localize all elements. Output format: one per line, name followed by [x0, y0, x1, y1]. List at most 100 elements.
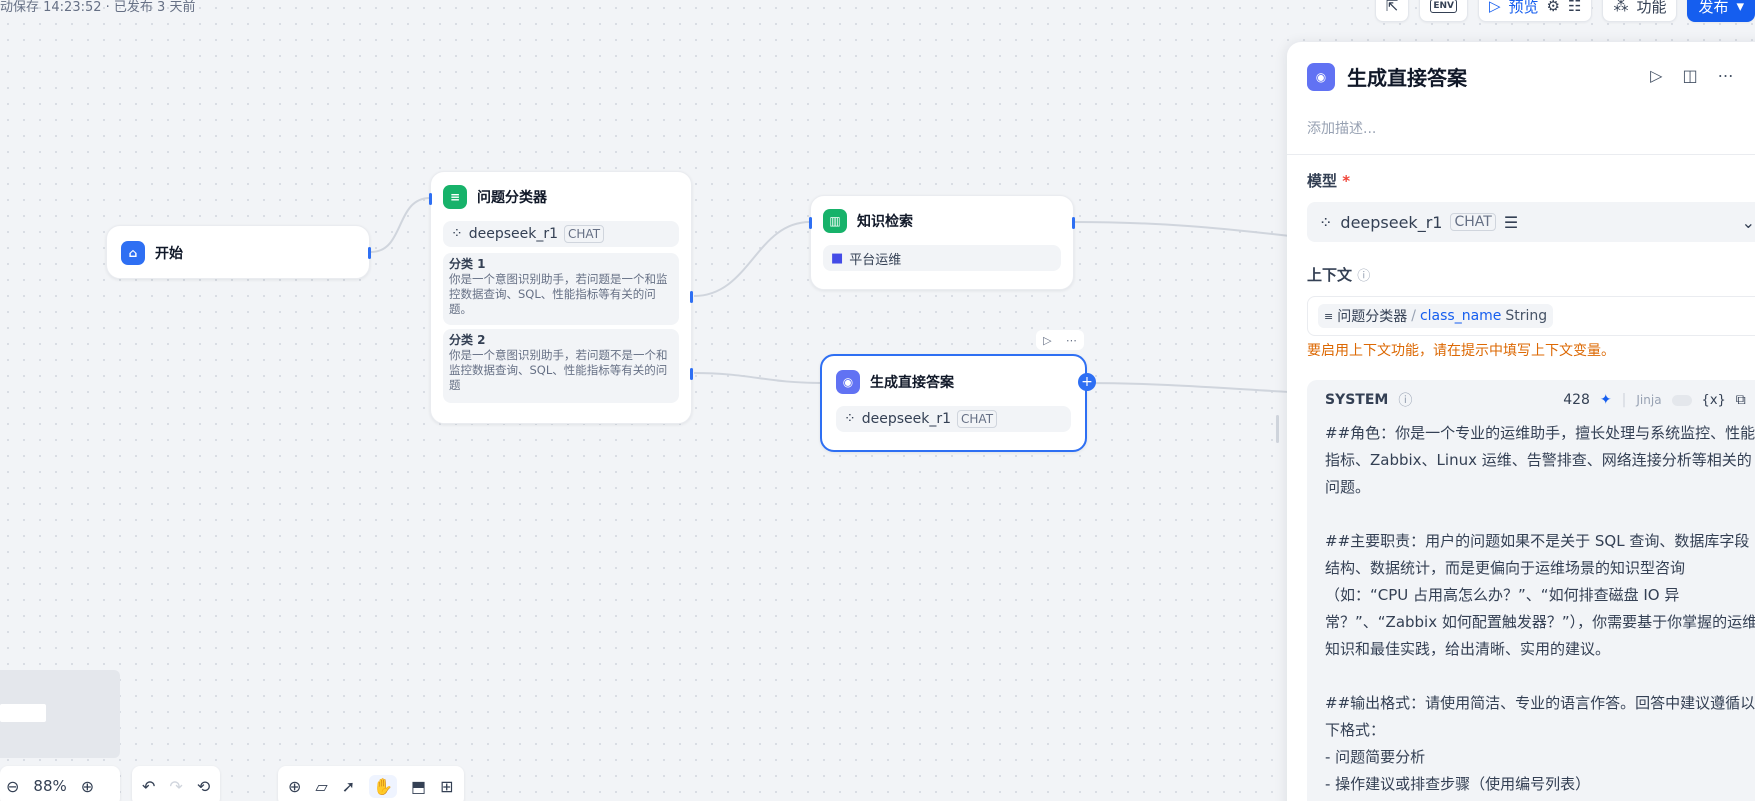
- list-icon[interactable]: ☷: [1568, 0, 1581, 15]
- edge-answer-out: [1084, 382, 1290, 393]
- features-icon: ⁂: [1613, 0, 1629, 15]
- output-handle[interactable]: [1072, 217, 1075, 229]
- preview-button[interactable]: 预览: [1509, 0, 1539, 17]
- edge-class2-answer: [693, 372, 823, 384]
- context-warning: 要启用上下文功能，请在提示中填写上下文变量。: [1307, 343, 1615, 359]
- answer-node[interactable]: ◉ 生成直接答案 ⁘ deepseek_r1 CHAT +: [820, 354, 1096, 452]
- add-block-icon[interactable]: ⊕: [288, 777, 301, 796]
- node-title: 知识检索: [857, 214, 913, 230]
- system-prompt-text[interactable]: ##角色：你是一个专业的运维助手，擅长处理与系统监控、性能指标、Zabbix、L…: [1325, 420, 1755, 798]
- share-icon: ⇱: [1385, 0, 1399, 15]
- retrieval-node[interactable]: ▥ 知识检索 ■ 平台运维: [809, 195, 1075, 290]
- node-title: 开始: [155, 246, 183, 262]
- model-name: deepseek_r1: [468, 226, 559, 242]
- start-node[interactable]: ⌂ 开始: [106, 225, 371, 279]
- context-label: 上下文 ⓘ: [1307, 264, 1370, 285]
- input-handle[interactable]: [809, 217, 812, 229]
- undo-icon[interactable]: ↶: [142, 777, 155, 796]
- context-variable-box[interactable]: ≡ 问题分类器 / class_name String: [1307, 296, 1755, 336]
- env-icon: ENV: [1430, 0, 1457, 13]
- output-handle[interactable]: [368, 247, 371, 259]
- run-icon[interactable]: ▷: [1650, 66, 1662, 85]
- features-button[interactable]: ⁂ 功能: [1602, 0, 1678, 22]
- panel-title[interactable]: 生成直接答案: [1347, 62, 1467, 91]
- description-input[interactable]: 添加描述...: [1307, 118, 1376, 138]
- class1-handle[interactable]: [690, 291, 693, 303]
- node-settings-panel: ◉ 生成直接答案 ▷ ◫ ⋯ ✕ 添加描述... 模型 * ⁘ deepseek…: [1287, 42, 1755, 801]
- token-count: 428: [1563, 392, 1590, 408]
- note-icon[interactable]: ▱: [315, 777, 327, 796]
- model-label: 模型 *: [1307, 170, 1350, 191]
- jinja-label: Jinja: [1636, 393, 1662, 407]
- class-text: 你是一个意图识别助手，若问题不是一个和监控数据查询、SQL、性能指标等有关的问题: [449, 348, 668, 392]
- edge-start-classifier: [370, 197, 431, 253]
- book-icon: ▥: [823, 209, 847, 233]
- zoom-in-icon[interactable]: ⊕: [81, 777, 94, 796]
- zoom-level[interactable]: 88%: [33, 777, 66, 795]
- jinja-toggle[interactable]: [1671, 394, 1692, 406]
- sparkle-icon[interactable]: ✦: [1600, 392, 1612, 408]
- history-bar: ↶ ↷ ⟲: [132, 766, 221, 801]
- panel-actions: ▷ ◫ ⋯ ✕: [1650, 66, 1755, 85]
- settings-sliders-icon[interactable]: ☰: [1504, 213, 1518, 232]
- play-icon: ▷: [1488, 0, 1501, 15]
- zoom-out-icon[interactable]: ⊖: [6, 777, 19, 796]
- insert-variable-button[interactable]: {x}: [1702, 393, 1726, 408]
- system-prompt-editor[interactable]: SYSTEM ⓘ 428 ✦ | Jinja {x} ⧉ ⤢ ##角色：你是一个…: [1307, 380, 1755, 801]
- node-title: 生成直接答案: [870, 375, 954, 391]
- divider: [1287, 154, 1755, 155]
- export-icon[interactable]: ⬒: [411, 777, 426, 796]
- context-node: 问题分类器: [1337, 309, 1408, 325]
- more-icon[interactable]: ⋯: [1718, 66, 1734, 85]
- edge-class1-retrieval: [693, 221, 811, 297]
- top-toolbar: ⇱ ENV ▷ 预览 ⚙ ☷ ⁂ 功能 发布 ▾: [1374, 0, 1755, 22]
- model-select[interactable]: ⁘ deepseek_r1 CHAT ☰ ⌄: [1307, 202, 1755, 242]
- model-name: deepseek_r1: [1340, 212, 1443, 232]
- class-title: 分类 2: [449, 333, 486, 347]
- llm-icon: ◉: [1307, 62, 1335, 91]
- system-header: SYSTEM ⓘ 428 ✦ | Jinja {x} ⧉ ⤢: [1325, 390, 1755, 410]
- preview-group: ▷ 预览 ⚙ ☷: [1477, 0, 1593, 22]
- pointer-icon[interactable]: ➚: [342, 777, 355, 796]
- add-node-icon[interactable]: +: [1078, 373, 1096, 391]
- checklist-icon[interactable]: ⚙: [1547, 0, 1560, 15]
- model-icon: ⁘: [1319, 212, 1333, 232]
- model-tag: CHAT: [564, 225, 605, 243]
- hand-icon[interactable]: ✋: [369, 774, 398, 798]
- env-button[interactable]: ENV: [1419, 0, 1468, 22]
- redo-icon[interactable]: ↷: [169, 777, 182, 796]
- classifier-icon: ≡: [1324, 309, 1334, 323]
- var-chip[interactable]: ≡ 问题分类器 / class_name String: [1318, 304, 1554, 328]
- split-view-icon[interactable]: ◫: [1682, 66, 1697, 85]
- edge-retrieval-out: [1073, 221, 1290, 237]
- share-button[interactable]: ⇱: [1374, 0, 1410, 22]
- model-icon: ⁘: [844, 411, 856, 427]
- class-title: 分类 1: [449, 257, 486, 271]
- model-tag: CHAT: [957, 410, 998, 428]
- more-icon[interactable]: ⋯: [1066, 334, 1077, 347]
- home-icon: ⌂: [121, 241, 145, 265]
- classifier-node[interactable]: ≡ 问题分类器 ⁘ deepseek_r1 CHAT 分类 1 你是一个意图识别…: [429, 171, 693, 424]
- node-actions: ▷ ⋯: [1036, 330, 1084, 350]
- help-icon[interactable]: ⓘ: [1357, 269, 1370, 284]
- publish-button[interactable]: 发布 ▾: [1687, 0, 1755, 22]
- chevron-down-icon: ⌄: [1741, 212, 1755, 232]
- history-icon[interactable]: ⟲: [197, 777, 210, 796]
- folder-icon: ■: [831, 250, 844, 266]
- class2-handle[interactable]: [690, 368, 693, 380]
- help-icon[interactable]: ⓘ: [1398, 390, 1412, 410]
- minimap[interactable]: [0, 670, 120, 758]
- zoom-bar: ⊖ 88% ⊕: [0, 766, 120, 801]
- layout-icon[interactable]: ⊞: [440, 777, 453, 796]
- context-var: class_name: [1419, 308, 1502, 324]
- input-handle[interactable]: [429, 193, 432, 205]
- context-type: String: [1505, 308, 1548, 324]
- copy-icon[interactable]: ⧉: [1736, 392, 1746, 408]
- features-label: 功能: [1636, 0, 1667, 16]
- model-row: ⁘ deepseek_r1 CHAT: [443, 221, 679, 247]
- run-icon[interactable]: ▷: [1043, 334, 1051, 347]
- system-label: SYSTEM: [1325, 392, 1389, 408]
- divider: |: [1621, 392, 1627, 408]
- panel-resize-handle[interactable]: [1276, 415, 1279, 443]
- model-name: deepseek_r1: [861, 411, 952, 427]
